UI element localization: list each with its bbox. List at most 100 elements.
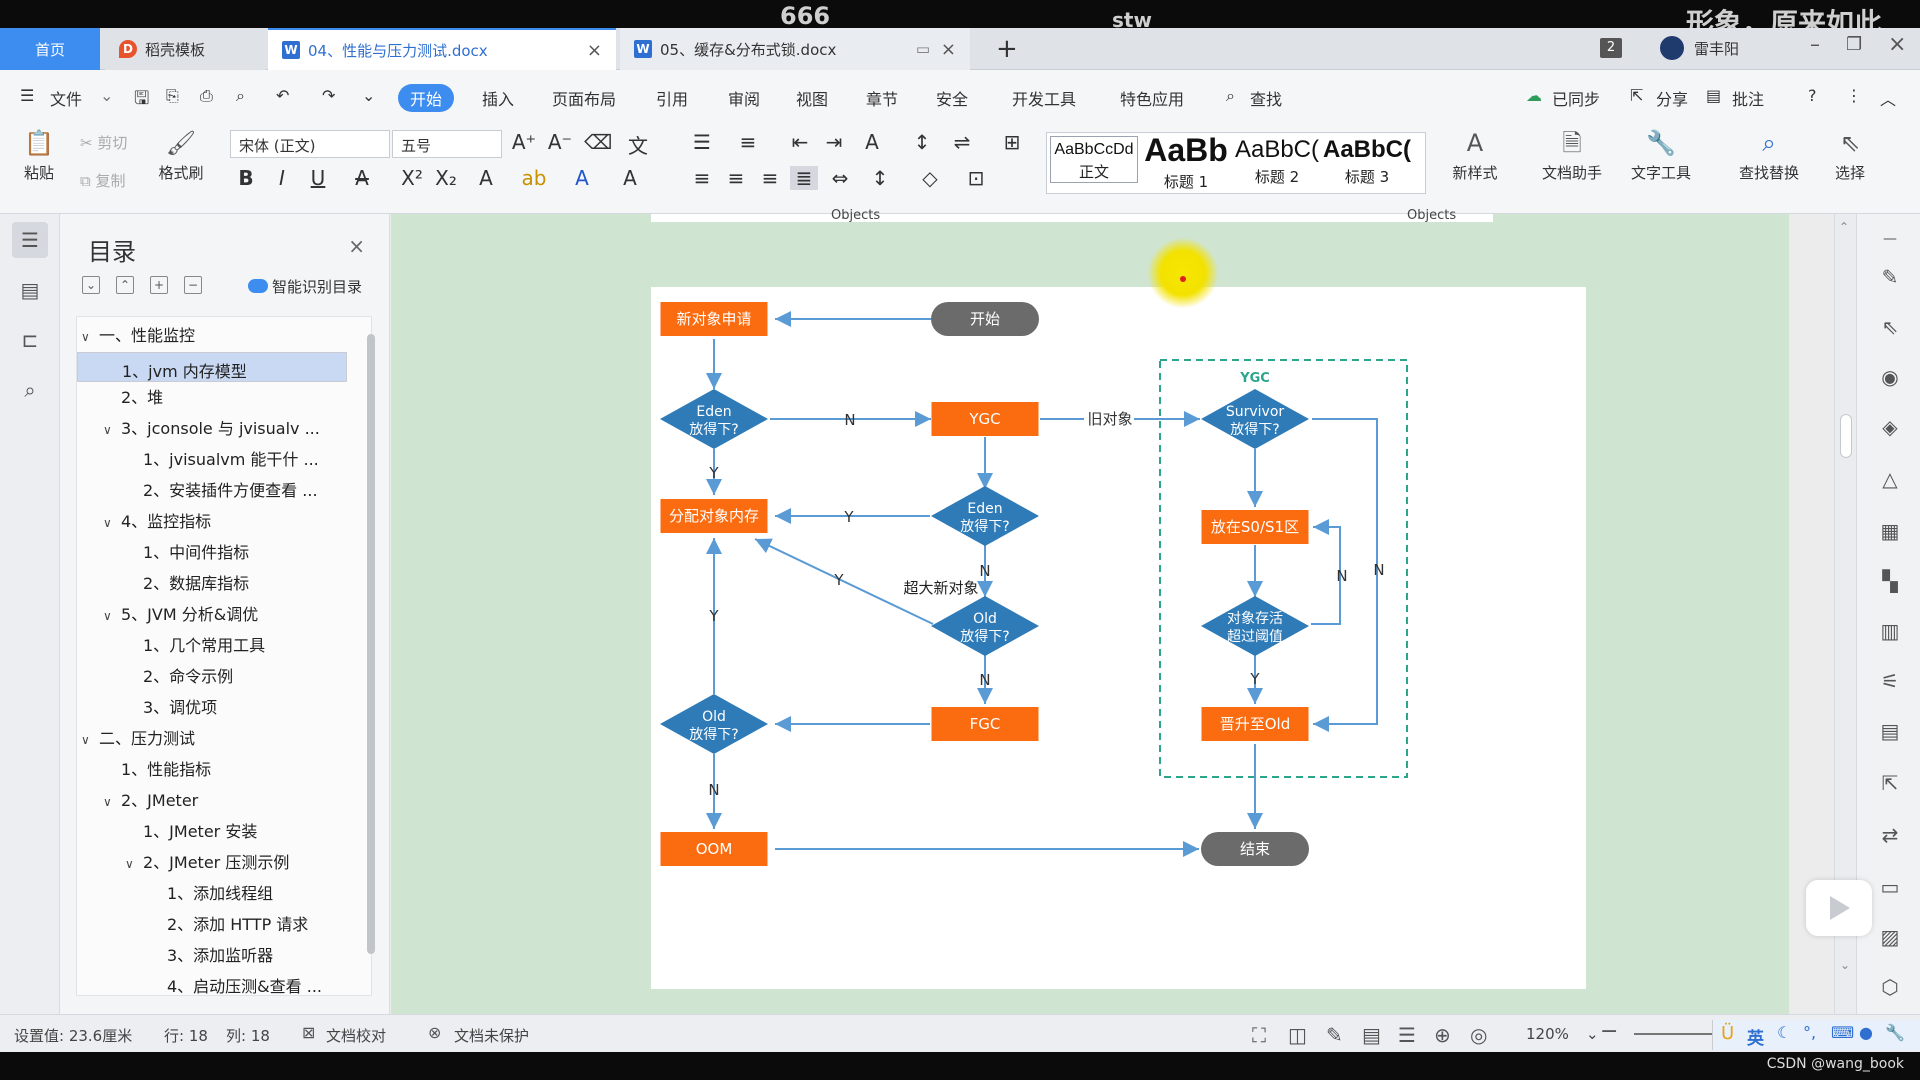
ime-lang[interactable]: 英 (1747, 1024, 1764, 1049)
increase-indent-icon[interactable]: ⇥ (820, 130, 848, 154)
restore-icon[interactable]: ❐ (1846, 34, 1862, 55)
toc-item[interactable]: 2、堆 (77, 383, 163, 413)
numbered-list-icon[interactable]: ≡ (734, 130, 762, 154)
sliders-icon[interactable]: ⚟ (1877, 668, 1903, 694)
borders-icon[interactable]: ⊡ (962, 166, 990, 190)
smart-toc-button[interactable]: 智能识别目录 (248, 276, 362, 297)
print-icon[interactable]: ⎙ (200, 86, 213, 106)
video-play-button[interactable] (1806, 880, 1872, 936)
window-count-badge[interactable]: 2 (1600, 38, 1622, 58)
toc-item[interactable]: 3、添加监听器 (77, 941, 273, 971)
paste-button[interactable]: 📋 粘贴 (14, 128, 64, 183)
bullet-list-icon[interactable]: ☰ (688, 130, 716, 154)
toc-item[interactable]: ∨ 4、监控指标 (77, 507, 211, 537)
pen-icon[interactable]: ✎ (1877, 264, 1903, 290)
share-icon[interactable]: ⇱ (1630, 86, 1643, 105)
collapse-ribbon-icon[interactable]: ︿ (1880, 86, 1896, 110)
cursor-icon[interactable]: ⇖ (1877, 314, 1903, 340)
sort-icon[interactable]: ↕ (908, 130, 936, 154)
remove-icon[interactable]: − (184, 276, 202, 294)
keyboard-icon[interactable]: ⌨ (1831, 1023, 1854, 1042)
proof-icon[interactable]: ⊠ (302, 1023, 315, 1042)
highlight-icon[interactable]: ab (520, 166, 548, 190)
shrink-font-icon[interactable]: A⁻ (546, 130, 574, 154)
menu-security[interactable]: 安全 (936, 86, 968, 110)
shield-icon[interactable]: ⬡ (1877, 974, 1903, 1000)
ime-logo-icon[interactable]: Ü (1721, 1023, 1734, 1044)
close-icon[interactable]: × (587, 40, 602, 61)
find-replace-button[interactable]: ⌕ 查找替换 (1726, 128, 1812, 183)
font-effect-icon[interactable]: A (472, 166, 500, 190)
menu-developer[interactable]: 开发工具 (1012, 86, 1076, 110)
close-icon[interactable]: × (348, 234, 365, 258)
tab-docer-template[interactable]: D 稻壳模板 (105, 28, 265, 70)
menu-home[interactable]: 开始 (398, 84, 455, 112)
zoom-dropdown-icon[interactable]: ⌄ (1586, 1025, 1599, 1043)
chart-icon[interactable]: ▥ (1877, 618, 1903, 644)
phonetic-icon[interactable]: 文 (624, 130, 652, 159)
grid-icon[interactable]: ▚ (1877, 568, 1903, 594)
chevron-down-icon[interactable]: ∨ (103, 601, 121, 631)
menu-file[interactable]: 文件 (50, 86, 82, 110)
align-center-icon[interactable]: ≡ (722, 166, 750, 190)
menu-search[interactable]: 查找 (1250, 86, 1282, 110)
text-direction-icon[interactable]: A (858, 130, 886, 154)
toc-item[interactable]: 3、调优项 (77, 693, 217, 723)
table-icon[interactable]: ▦ (1877, 518, 1903, 544)
translate-icon[interactable]: ⇄ (1877, 822, 1903, 848)
scroll-down-icon[interactable]: ⌄ (1840, 958, 1850, 972)
new-style-button[interactable]: A 新样式 (1438, 128, 1512, 183)
cloud-sync-icon[interactable]: ☁ (1526, 86, 1542, 105)
toc-item[interactable]: ∨ 二、压力测试 (77, 724, 195, 754)
tab-home[interactable]: 首页 (0, 28, 100, 70)
read-mode-icon[interactable]: ◫ (1288, 1023, 1307, 1047)
web-view-icon[interactable]: ⊕ (1434, 1023, 1451, 1047)
justify-icon[interactable]: ≣ (790, 166, 818, 190)
search-icon[interactable]: ⌕ (1226, 86, 1235, 106)
synced-status[interactable]: 已同步 (1552, 86, 1600, 110)
paragraph-icon[interactable]: ⇌ (948, 130, 976, 154)
chevron-down-icon[interactable]: ∨ (103, 508, 121, 538)
shading-icon[interactable]: ◇ (916, 166, 944, 190)
export-icon[interactable]: ⇱ (1877, 770, 1903, 796)
toc-item[interactable]: 1、JMeter 安装 (77, 817, 257, 847)
font-color-icon[interactable]: A (568, 166, 596, 190)
user-name[interactable]: 雷丰阳 (1694, 38, 1739, 59)
punctuation-icon[interactable]: °, (1803, 1023, 1816, 1042)
toc-scrollbar[interactable] (367, 334, 375, 954)
expand-down-icon[interactable]: ⌄ (82, 276, 100, 294)
font-name-select[interactable]: 宋体 (正文) (230, 130, 390, 158)
redo-icon[interactable]: ↷ (322, 86, 335, 105)
chevron-down-icon[interactable]: ∨ (103, 415, 121, 445)
scrollbar-thumb[interactable] (1840, 414, 1852, 458)
archive-icon[interactable]: ▭ (1877, 874, 1903, 900)
toc-item[interactable]: 2、安装插件方便查看 ... (77, 476, 318, 506)
customize-icon[interactable]: ⌄ (362, 86, 375, 105)
strip-handle-icon[interactable]: — (1877, 226, 1903, 252)
toc-item[interactable]: 2、添加 HTTP 请求 (77, 910, 308, 940)
style-normal[interactable]: AaBbCcDd 正文 (1050, 136, 1138, 183)
toc-item[interactable]: 1、性能指标 (77, 755, 211, 785)
superscript-icon[interactable]: X² (398, 166, 426, 190)
protect-status[interactable]: 文档未保护 (454, 1025, 529, 1046)
toc-item[interactable]: ∨ 5、JVM 分析&调优 (77, 600, 258, 630)
more-icon[interactable]: ⋮ (1846, 86, 1862, 105)
grow-font-icon[interactable]: A⁺ (510, 130, 538, 154)
subscript-icon[interactable]: X₂ (432, 166, 460, 190)
style-heading-1[interactable]: AaBb 标题 1 (1140, 132, 1232, 192)
menu-review[interactable]: 审阅 (728, 86, 760, 110)
comment-icon[interactable]: ▤ (1706, 86, 1721, 105)
triangle-icon[interactable]: △ (1877, 466, 1903, 492)
avatar[interactable] (1660, 36, 1684, 60)
comment-button[interactable]: 批注 (1732, 86, 1764, 110)
add-icon[interactable]: + (150, 276, 168, 294)
page-view-icon[interactable]: ▤ (1362, 1023, 1381, 1047)
pin-icon[interactable]: ▭ (916, 40, 930, 58)
text-tools-button[interactable]: 🔧 文字工具 (1618, 128, 1704, 183)
outline-view-icon[interactable]: ☰ (1398, 1023, 1416, 1047)
shape-icon[interactable]: ◈ (1877, 414, 1903, 440)
zoom-slider[interactable] (1634, 1033, 1714, 1035)
eye-protect-icon[interactable]: ◎ (1470, 1023, 1487, 1047)
style-heading-3[interactable]: AaBbC( 标题 3 (1322, 136, 1412, 187)
align-right-icon[interactable]: ≡ (756, 166, 784, 190)
